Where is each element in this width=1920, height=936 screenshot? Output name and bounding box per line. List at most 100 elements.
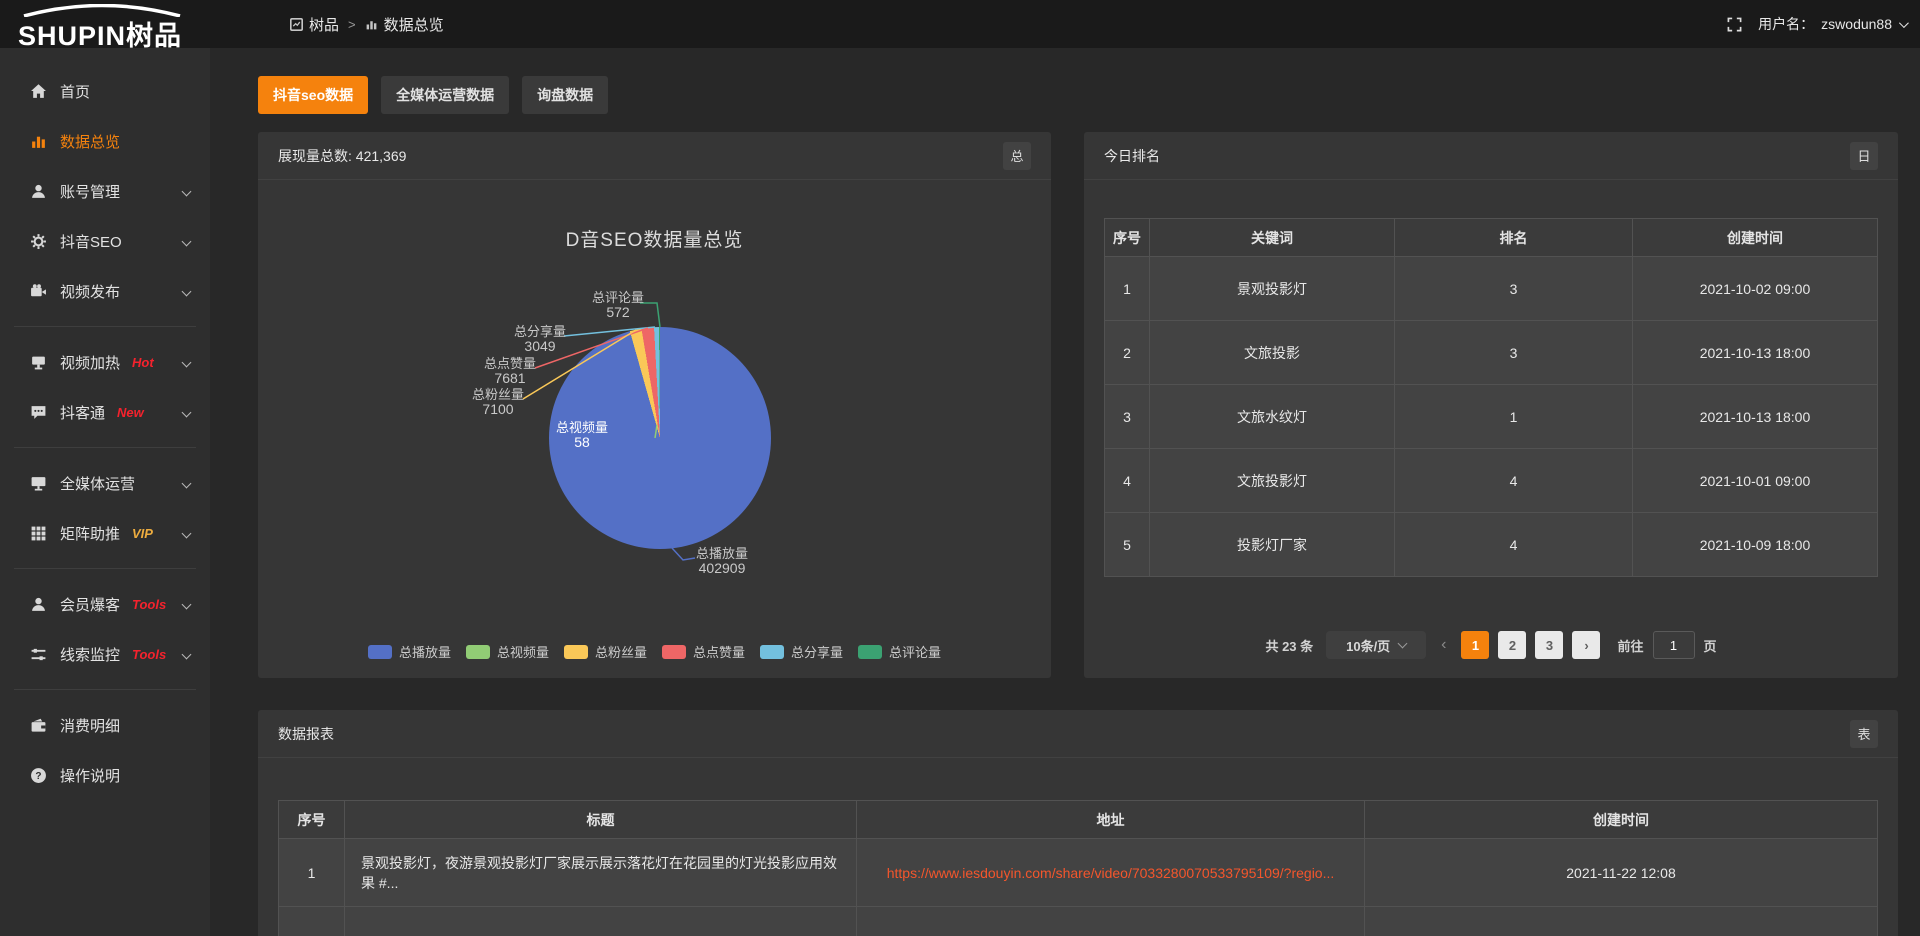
ranking-panel-header: 今日排名 日 xyxy=(1084,132,1898,180)
ranking-panel: 今日排名 日 序号 关键词 排名 创建时间 xyxy=(1084,132,1898,678)
username: zswodun88 xyxy=(1821,16,1892,32)
brand-logo: SHUPIN树品 xyxy=(16,2,210,48)
comment-icon xyxy=(30,404,47,421)
col-url: 地址 xyxy=(857,801,1365,839)
sidebar-item-data-overview[interactable]: 数据总览 xyxy=(0,116,210,166)
tab-douyin-seo-data[interactable]: 抖音seo数据 xyxy=(258,76,368,114)
chart-title: D音SEO数据量总览 xyxy=(258,225,1051,252)
report-table: 序号 标题 地址 创建时间 1 景观投影灯，夜游景观投影灯厂家展示展示落花灯在花… xyxy=(278,800,1878,936)
breadcrumb-label: 树品 xyxy=(309,14,339,35)
sidebar-item-douyin-seo[interactable]: 抖音SEO xyxy=(0,216,210,266)
sidebar-item-home[interactable]: 首页 xyxy=(0,66,210,116)
breadcrumb-home[interactable]: 树品 xyxy=(290,14,339,35)
gear-icon xyxy=(30,233,47,250)
pie-label-videos: 总视频量58 xyxy=(532,420,632,450)
pie-label-fans: 总粉丝量7100 xyxy=(448,387,548,417)
table-row: 3文旅水纹灯12021-10-13 18:00 xyxy=(1105,385,1878,449)
breadcrumb-current[interactable]: 数据总览 xyxy=(365,14,444,35)
page-size-select[interactable]: 10条/页 xyxy=(1326,631,1426,659)
legend-swatch xyxy=(858,645,882,659)
goto-page-input[interactable] xyxy=(1653,631,1695,659)
col-index: 序号 xyxy=(1105,219,1150,257)
user-menu[interactable]: 用户名： zswodun88 xyxy=(1758,14,1906,34)
monitor-icon xyxy=(30,475,47,492)
bar-chart-icon xyxy=(365,18,378,31)
tab-media-operation-data[interactable]: 全媒体运营数据 xyxy=(381,76,509,114)
chevron-down-icon xyxy=(182,186,192,196)
sidebar-item-media-operation[interactable]: 全媒体运营 xyxy=(0,458,210,508)
bar-chart-icon xyxy=(30,133,47,150)
new-badge: New xyxy=(117,405,144,420)
table-badge-button[interactable]: 表 xyxy=(1850,720,1878,748)
table-row: 4文旅投影灯42021-10-01 09:00 xyxy=(1105,449,1878,513)
chart-panel: 展现量总数: 421,369 总 D音SEO数据量总览 总评论量572 xyxy=(258,132,1051,678)
username-label: 用户名： xyxy=(1758,14,1814,34)
sidebar-item-clue-monitor[interactable]: 线索监控 Tools xyxy=(0,629,210,679)
grid-icon xyxy=(290,18,303,31)
table-row: 2文旅投影32021-10-13 18:00 xyxy=(1105,321,1878,385)
legend-item[interactable]: 总评论量 xyxy=(858,642,941,661)
legend-item[interactable]: 总播放量 xyxy=(368,642,451,661)
grid-icon xyxy=(30,525,47,542)
chevron-down-icon xyxy=(182,407,192,417)
logo-text: SHUPIN树品 xyxy=(18,14,182,53)
day-badge-button[interactable]: 日 xyxy=(1850,142,1878,170)
table-row xyxy=(279,907,1878,936)
report-panel: 数据报表 表 序号 标题 地址 创建时间 xyxy=(258,710,1898,936)
home-icon xyxy=(30,83,47,100)
table-row: 1 景观投影灯，夜游景观投影灯厂家展示展示落花灯在花园里的灯光投影应用效果 #.… xyxy=(279,839,1878,907)
legend-item[interactable]: 总粉丝量 xyxy=(564,642,647,661)
chevron-down-icon xyxy=(1899,18,1909,28)
tv-heat-icon xyxy=(30,354,47,371)
page-button-2[interactable]: 2 xyxy=(1498,631,1526,659)
vip-badge: VIP xyxy=(132,526,153,541)
chevron-down-icon xyxy=(182,599,192,609)
sidebar-item-account[interactable]: 账号管理 xyxy=(0,166,210,216)
chevron-down-icon xyxy=(1398,639,1408,649)
chevron-down-icon xyxy=(182,528,192,538)
sidebar-item-expense-detail[interactable]: 消费明细 xyxy=(0,700,210,750)
next-page-button[interactable]: › xyxy=(1572,631,1600,659)
sidebar-item-member-tools[interactable]: 会员爆客 Tools xyxy=(0,579,210,629)
legend-item[interactable]: 总点赞量 xyxy=(662,642,745,661)
legend-item[interactable]: 总视频量 xyxy=(466,642,549,661)
chevron-down-icon xyxy=(182,478,192,488)
sliders-icon xyxy=(30,646,47,663)
sidebar-item-help[interactable]: ? 操作说明 xyxy=(0,750,210,800)
col-created: 创建时间 xyxy=(1365,801,1878,839)
prev-page-button[interactable]: ‹ xyxy=(1435,636,1452,654)
sidebar: 首页 数据总览 账号管理 抖音SEO 视频发布 视频加热 Hot xyxy=(0,48,210,936)
data-tabs: 抖音seo数据 全媒体运营数据 询盘数据 xyxy=(258,76,608,114)
goto-label: 前往 xyxy=(1617,636,1643,655)
sidebar-item-video-publish[interactable]: 视频发布 xyxy=(0,266,210,316)
legend-swatch xyxy=(662,645,686,659)
table-row: 5投影灯厂家42021-10-09 18:00 xyxy=(1105,513,1878,577)
total-badge-button[interactable]: 总 xyxy=(1003,142,1031,170)
pagination: 共 23 条 10条/页 ‹ 1 2 3 › 前往 页 xyxy=(1084,631,1898,659)
table-header-row: 序号 关键词 排名 创建时间 xyxy=(1105,219,1878,257)
question-circle-icon: ? xyxy=(30,767,47,784)
pie-label-shares: 总分享量3049 xyxy=(490,324,590,354)
legend-swatch xyxy=(368,645,392,659)
breadcrumb-label: 数据总览 xyxy=(384,14,444,35)
page-button-3[interactable]: 3 xyxy=(1535,631,1563,659)
tab-inquiry-data[interactable]: 询盘数据 xyxy=(522,76,608,114)
chevron-down-icon xyxy=(182,649,192,659)
tools-badge: Tools xyxy=(132,647,166,662)
table-header-row: 序号 标题 地址 创建时间 xyxy=(279,801,1878,839)
legend-item[interactable]: 总分享量 xyxy=(760,642,843,661)
report-title: 数据报表 xyxy=(278,724,334,744)
video-url-link[interactable]: https://www.iesdouyin.com/share/video/70… xyxy=(887,865,1335,881)
pie-label-comments: 总评论量572 xyxy=(568,290,668,320)
user-icon xyxy=(30,183,47,200)
main-content: 抖音seo数据 全媒体运营数据 询盘数据 展现量总数: 421,369 总 D音… xyxy=(210,48,1920,936)
video-title-cell: 景观投影灯，夜游景观投影灯厂家展示展示落花灯在花园里的灯光投影应用效果 #... xyxy=(345,839,857,907)
fullscreen-icon[interactable] xyxy=(1727,17,1742,32)
breadcrumb-separator: > xyxy=(348,17,356,32)
page-button-1[interactable]: 1 xyxy=(1461,631,1489,659)
sidebar-item-matrix-boost[interactable]: 矩阵助推 VIP xyxy=(0,508,210,558)
ranking-table: 序号 关键词 排名 创建时间 1景观投影灯32021-10-02 09:00 2… xyxy=(1104,218,1878,577)
sidebar-item-doukerton[interactable]: 抖客通 New xyxy=(0,387,210,437)
col-title: 标题 xyxy=(345,801,857,839)
sidebar-item-video-heat[interactable]: 视频加热 Hot xyxy=(0,337,210,387)
